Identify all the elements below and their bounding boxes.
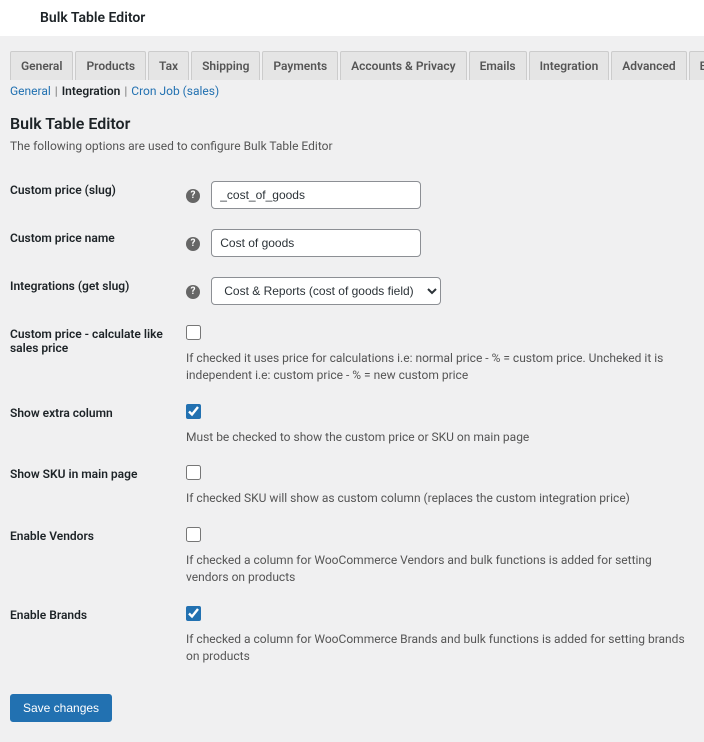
checkbox-enable-brands[interactable] bbox=[186, 606, 201, 621]
subnav-sep: | bbox=[124, 84, 127, 98]
tab-bulk-category-editor[interactable]: Bulk Category Editor bbox=[689, 51, 704, 80]
help-icon[interactable]: ? bbox=[186, 189, 200, 203]
label-calc-like-sales: Custom price - calculate like sales pric… bbox=[10, 327, 163, 355]
header-title: Bulk Table Editor bbox=[40, 10, 145, 26]
tab-shipping[interactable]: Shipping bbox=[191, 51, 260, 80]
desc-show-extra-col: Must be checked to show the custom price… bbox=[186, 429, 688, 446]
checkbox-show-sku[interactable] bbox=[186, 465, 201, 480]
page-title: Bulk Table Editor bbox=[10, 114, 694, 133]
desc-show-sku: If checked SKU will show as custom colum… bbox=[186, 490, 688, 507]
input-custom-price-name[interactable] bbox=[211, 229, 421, 257]
label-custom-price-name: Custom price name bbox=[10, 231, 115, 245]
label-enable-brands: Enable Brands bbox=[10, 608, 87, 622]
page-header: Bulk Table Editor bbox=[0, 0, 704, 36]
tab-emails[interactable]: Emails bbox=[469, 51, 527, 80]
label-custom-price-slug: Custom price (slug) bbox=[10, 183, 116, 197]
page-description: The following options are used to config… bbox=[10, 139, 694, 153]
tab-integration[interactable]: Integration bbox=[529, 51, 610, 80]
tab-general[interactable]: General bbox=[10, 51, 73, 80]
help-icon[interactable]: ? bbox=[186, 285, 200, 299]
label-enable-vendors: Enable Vendors bbox=[10, 529, 94, 543]
main-panel: Bulk Table Editor The following options … bbox=[0, 114, 704, 742]
settings-form: Custom price (slug) ? Custom price name … bbox=[10, 171, 694, 674]
tab-tax[interactable]: Tax bbox=[148, 51, 189, 80]
subnav-sep: | bbox=[55, 84, 58, 98]
settings-tabs: General Products Tax Shipping Payments A… bbox=[0, 36, 704, 80]
checkbox-show-extra-col[interactable] bbox=[186, 404, 201, 419]
subnav-cron[interactable]: Cron Job (sales) bbox=[131, 84, 219, 98]
tab-products[interactable]: Products bbox=[75, 51, 146, 80]
help-icon[interactable]: ? bbox=[186, 237, 200, 251]
desc-enable-brands: If checked a column for WooCommerce Bran… bbox=[186, 631, 688, 665]
label-integrations-get-slug: Integrations (get slug) bbox=[10, 279, 129, 293]
save-button[interactable]: Save changes bbox=[10, 694, 112, 722]
select-integrations-get-slug[interactable]: Cost & Reports (cost of goods field) bbox=[211, 277, 441, 305]
tab-payments[interactable]: Payments bbox=[262, 51, 338, 80]
subnav-integration[interactable]: Integration bbox=[62, 84, 121, 98]
tab-advanced[interactable]: Advanced bbox=[611, 51, 686, 80]
label-show-extra-col: Show extra column bbox=[10, 406, 113, 420]
sub-nav: General | Integration | Cron Job (sales) bbox=[0, 80, 704, 104]
checkbox-calc-like-sales[interactable] bbox=[186, 325, 201, 340]
input-custom-price-slug[interactable] bbox=[211, 181, 421, 209]
desc-calc-like-sales: If checked it uses price for calculation… bbox=[186, 350, 688, 384]
tab-accounts-privacy[interactable]: Accounts & Privacy bbox=[340, 51, 466, 80]
checkbox-enable-vendors[interactable] bbox=[186, 527, 201, 542]
content-area: General Products Tax Shipping Payments A… bbox=[0, 36, 704, 742]
subnav-general[interactable]: General bbox=[10, 84, 51, 98]
label-show-sku: Show SKU in main page bbox=[10, 467, 137, 481]
